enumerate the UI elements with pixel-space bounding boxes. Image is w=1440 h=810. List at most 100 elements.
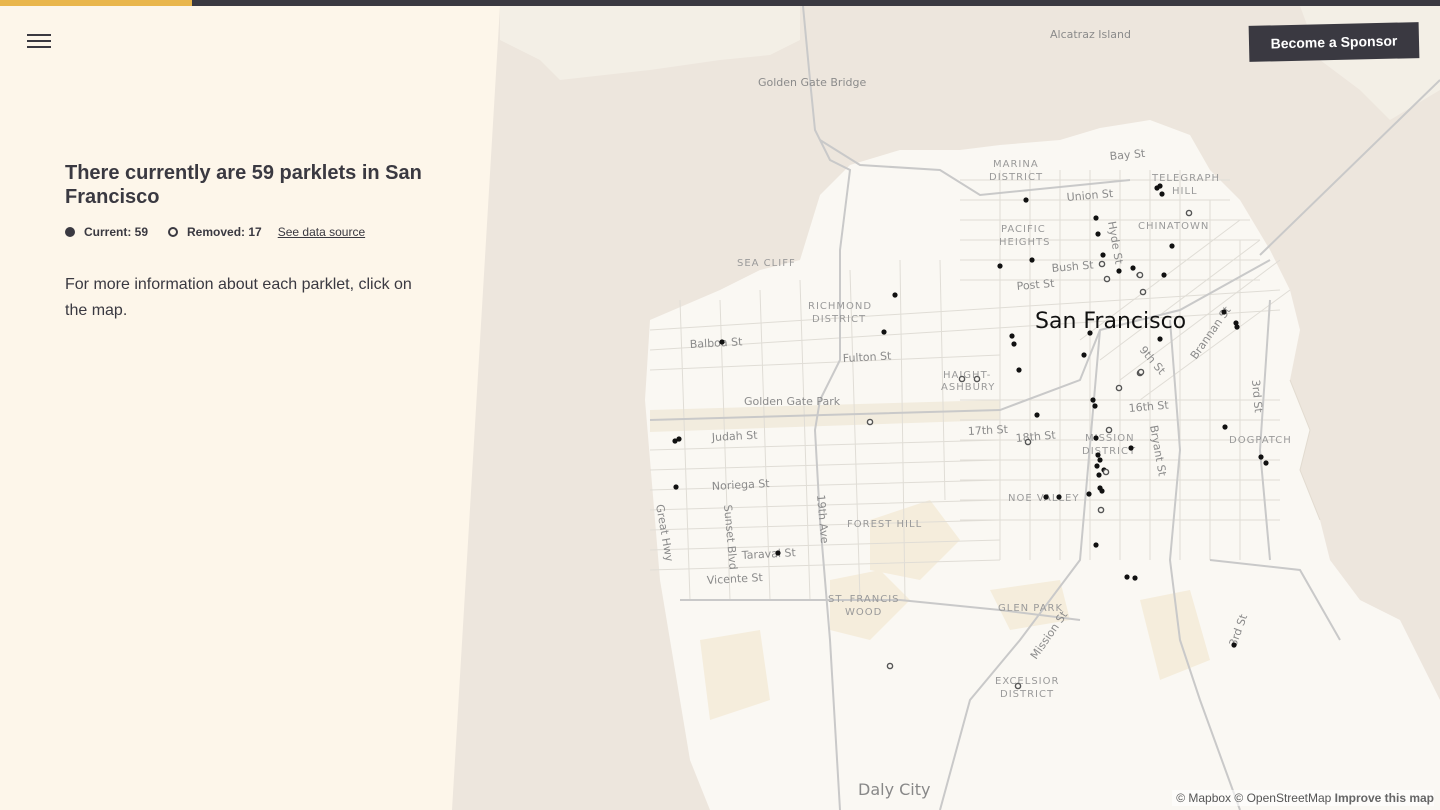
label-san-francisco: San Francisco bbox=[1035, 309, 1186, 334]
parklet-marker-removed[interactable] bbox=[1139, 288, 1147, 296]
parklet-marker-removed[interactable] bbox=[1098, 260, 1106, 268]
parklet-marker-current[interactable] bbox=[1097, 457, 1103, 463]
label-ashbury: ASHBURY bbox=[941, 382, 995, 393]
label-balboa-st: Balboa St bbox=[689, 335, 743, 351]
parklet-marker-current[interactable] bbox=[1231, 642, 1237, 648]
label-chinatown: CHINATOWN bbox=[1138, 221, 1209, 232]
mapbox-attribution-link[interactable]: © Mapbox bbox=[1176, 791, 1231, 805]
parklet-marker-removed[interactable] bbox=[1024, 438, 1032, 446]
parklet-marker-removed[interactable] bbox=[1105, 426, 1113, 434]
parklet-marker-current[interactable] bbox=[1258, 454, 1264, 460]
parklet-marker-current[interactable] bbox=[1222, 424, 1228, 430]
parklet-marker-current[interactable] bbox=[1234, 324, 1240, 330]
label-mission-district: DISTRICT bbox=[1082, 446, 1136, 457]
label-sea-cliff: SEA CLIFF bbox=[737, 258, 796, 269]
parklet-marker-current[interactable] bbox=[1124, 574, 1130, 580]
parklet-marker-removed[interactable] bbox=[958, 375, 966, 383]
label-forest-hill: FOREST HILL bbox=[847, 519, 922, 530]
parklet-marker-current[interactable] bbox=[1128, 445, 1134, 451]
parklet-marker-current[interactable] bbox=[1009, 333, 1015, 339]
label-marina: MARINA bbox=[993, 159, 1039, 170]
label-telegraph: TELEGRAPH bbox=[1151, 173, 1220, 184]
parklet-marker-removed[interactable] bbox=[1137, 368, 1145, 376]
parklet-marker-current[interactable] bbox=[881, 329, 887, 335]
parklet-marker-current[interactable] bbox=[1095, 231, 1101, 237]
parklet-marker-current[interactable] bbox=[1169, 243, 1175, 249]
parklet-marker-removed[interactable] bbox=[1103, 275, 1111, 283]
parklet-marker-current[interactable] bbox=[1116, 268, 1122, 274]
parklet-marker-removed[interactable] bbox=[1102, 468, 1110, 476]
parklet-marker-removed[interactable] bbox=[1136, 271, 1144, 279]
parklet-marker-removed[interactable] bbox=[866, 418, 874, 426]
hamburger-icon bbox=[27, 34, 51, 36]
parklet-marker-current[interactable] bbox=[676, 436, 682, 442]
parklet-marker-current[interactable] bbox=[1094, 463, 1100, 469]
become-sponsor-button[interactable]: Become a Sponsor bbox=[1248, 22, 1420, 62]
label-judah-st: Judah St bbox=[710, 429, 758, 444]
parklet-marker-current[interactable] bbox=[1100, 252, 1106, 258]
parklet-marker-removed[interactable] bbox=[1014, 682, 1022, 690]
parklet-marker-current[interactable] bbox=[1095, 452, 1101, 458]
parklet-marker-current[interactable] bbox=[673, 484, 679, 490]
osm-attribution-link[interactable]: © OpenStreetMap bbox=[1234, 791, 1331, 805]
parklet-marker-current[interactable] bbox=[1023, 197, 1029, 203]
parklet-marker-removed[interactable] bbox=[1185, 209, 1193, 217]
parklet-marker-current[interactable] bbox=[1132, 575, 1138, 581]
parklet-marker-current[interactable] bbox=[1157, 336, 1163, 342]
parklet-marker-current[interactable] bbox=[1159, 191, 1165, 197]
label-st-francis-wood: WOOD bbox=[845, 607, 882, 618]
label-glen-park: GLEN PARK bbox=[998, 603, 1063, 614]
parklet-marker-current[interactable] bbox=[1043, 494, 1049, 500]
parklet-marker-removed[interactable] bbox=[1097, 506, 1105, 514]
parklet-marker-current[interactable] bbox=[775, 550, 781, 556]
parklet-marker-current[interactable] bbox=[1081, 352, 1087, 358]
parklet-marker-removed[interactable] bbox=[886, 662, 894, 670]
see-data-source-link[interactable]: See data source bbox=[278, 225, 365, 239]
parklet-marker-current[interactable] bbox=[1090, 397, 1096, 403]
parklet-marker-current[interactable] bbox=[1099, 488, 1105, 494]
label-mission: MISSION bbox=[1085, 433, 1135, 444]
parklet-marker-current[interactable] bbox=[1093, 435, 1099, 441]
label-dogpatch: DOGPATCH bbox=[1229, 435, 1292, 446]
parklet-marker-current[interactable] bbox=[1093, 215, 1099, 221]
label-pacific-heights: HEIGHTS bbox=[999, 237, 1051, 248]
info-text: For more information about each parklet,… bbox=[65, 276, 412, 319]
parklet-marker-current[interactable] bbox=[1221, 309, 1227, 315]
label-noe-valley: NOE VALLEY bbox=[1008, 493, 1079, 504]
parklet-marker-current[interactable] bbox=[1093, 542, 1099, 548]
parklet-marker-removed[interactable] bbox=[1115, 384, 1123, 392]
parklet-marker-current[interactable] bbox=[892, 292, 898, 298]
parklet-marker-current[interactable] bbox=[1029, 257, 1035, 263]
parklet-marker-current[interactable] bbox=[997, 263, 1003, 269]
label-fulton-st: Fulton St bbox=[842, 349, 892, 365]
menu-button[interactable] bbox=[24, 30, 54, 52]
parklet-marker-current[interactable] bbox=[1092, 403, 1098, 409]
filled-circle-icon bbox=[65, 227, 75, 237]
parklet-marker-current[interactable] bbox=[1157, 183, 1163, 189]
parklet-marker-current[interactable] bbox=[1130, 265, 1136, 271]
label-excelsior: EXCELSIOR bbox=[995, 676, 1059, 687]
parklet-marker-current[interactable] bbox=[1096, 472, 1102, 478]
label-17th-st: 17th St bbox=[967, 423, 1008, 438]
improve-map-link[interactable]: Improve this map bbox=[1335, 791, 1434, 805]
parklet-marker-current[interactable] bbox=[1056, 494, 1062, 500]
parklet-marker-current[interactable] bbox=[1161, 272, 1167, 278]
parklet-marker-current[interactable] bbox=[1263, 460, 1269, 466]
panel-background bbox=[0, 6, 500, 810]
label-golden-gate-park: Golden Gate Park bbox=[744, 395, 841, 408]
parklet-marker-current[interactable] bbox=[1016, 367, 1022, 373]
map-legend: Current: 59 Removed: 17 See data source bbox=[65, 225, 365, 239]
label-excelsior-district: DISTRICT bbox=[1000, 689, 1054, 700]
label-richmond-district: DISTRICT bbox=[812, 314, 866, 325]
parklet-marker-removed[interactable] bbox=[973, 375, 981, 383]
hollow-circle-icon bbox=[168, 227, 179, 237]
legend-removed-label: Removed: 17 bbox=[187, 225, 262, 239]
label-richmond: RICHMOND bbox=[808, 301, 872, 312]
hamburger-icon bbox=[27, 46, 51, 48]
parklet-marker-current[interactable] bbox=[719, 339, 725, 345]
parklet-marker-current[interactable] bbox=[1086, 491, 1092, 497]
parklet-marker-current[interactable] bbox=[1011, 341, 1017, 347]
info-panel: There currently are 59 parklets in San F… bbox=[0, 6, 500, 810]
parklet-marker-current[interactable] bbox=[1087, 330, 1093, 336]
parklet-marker-current[interactable] bbox=[1034, 412, 1040, 418]
